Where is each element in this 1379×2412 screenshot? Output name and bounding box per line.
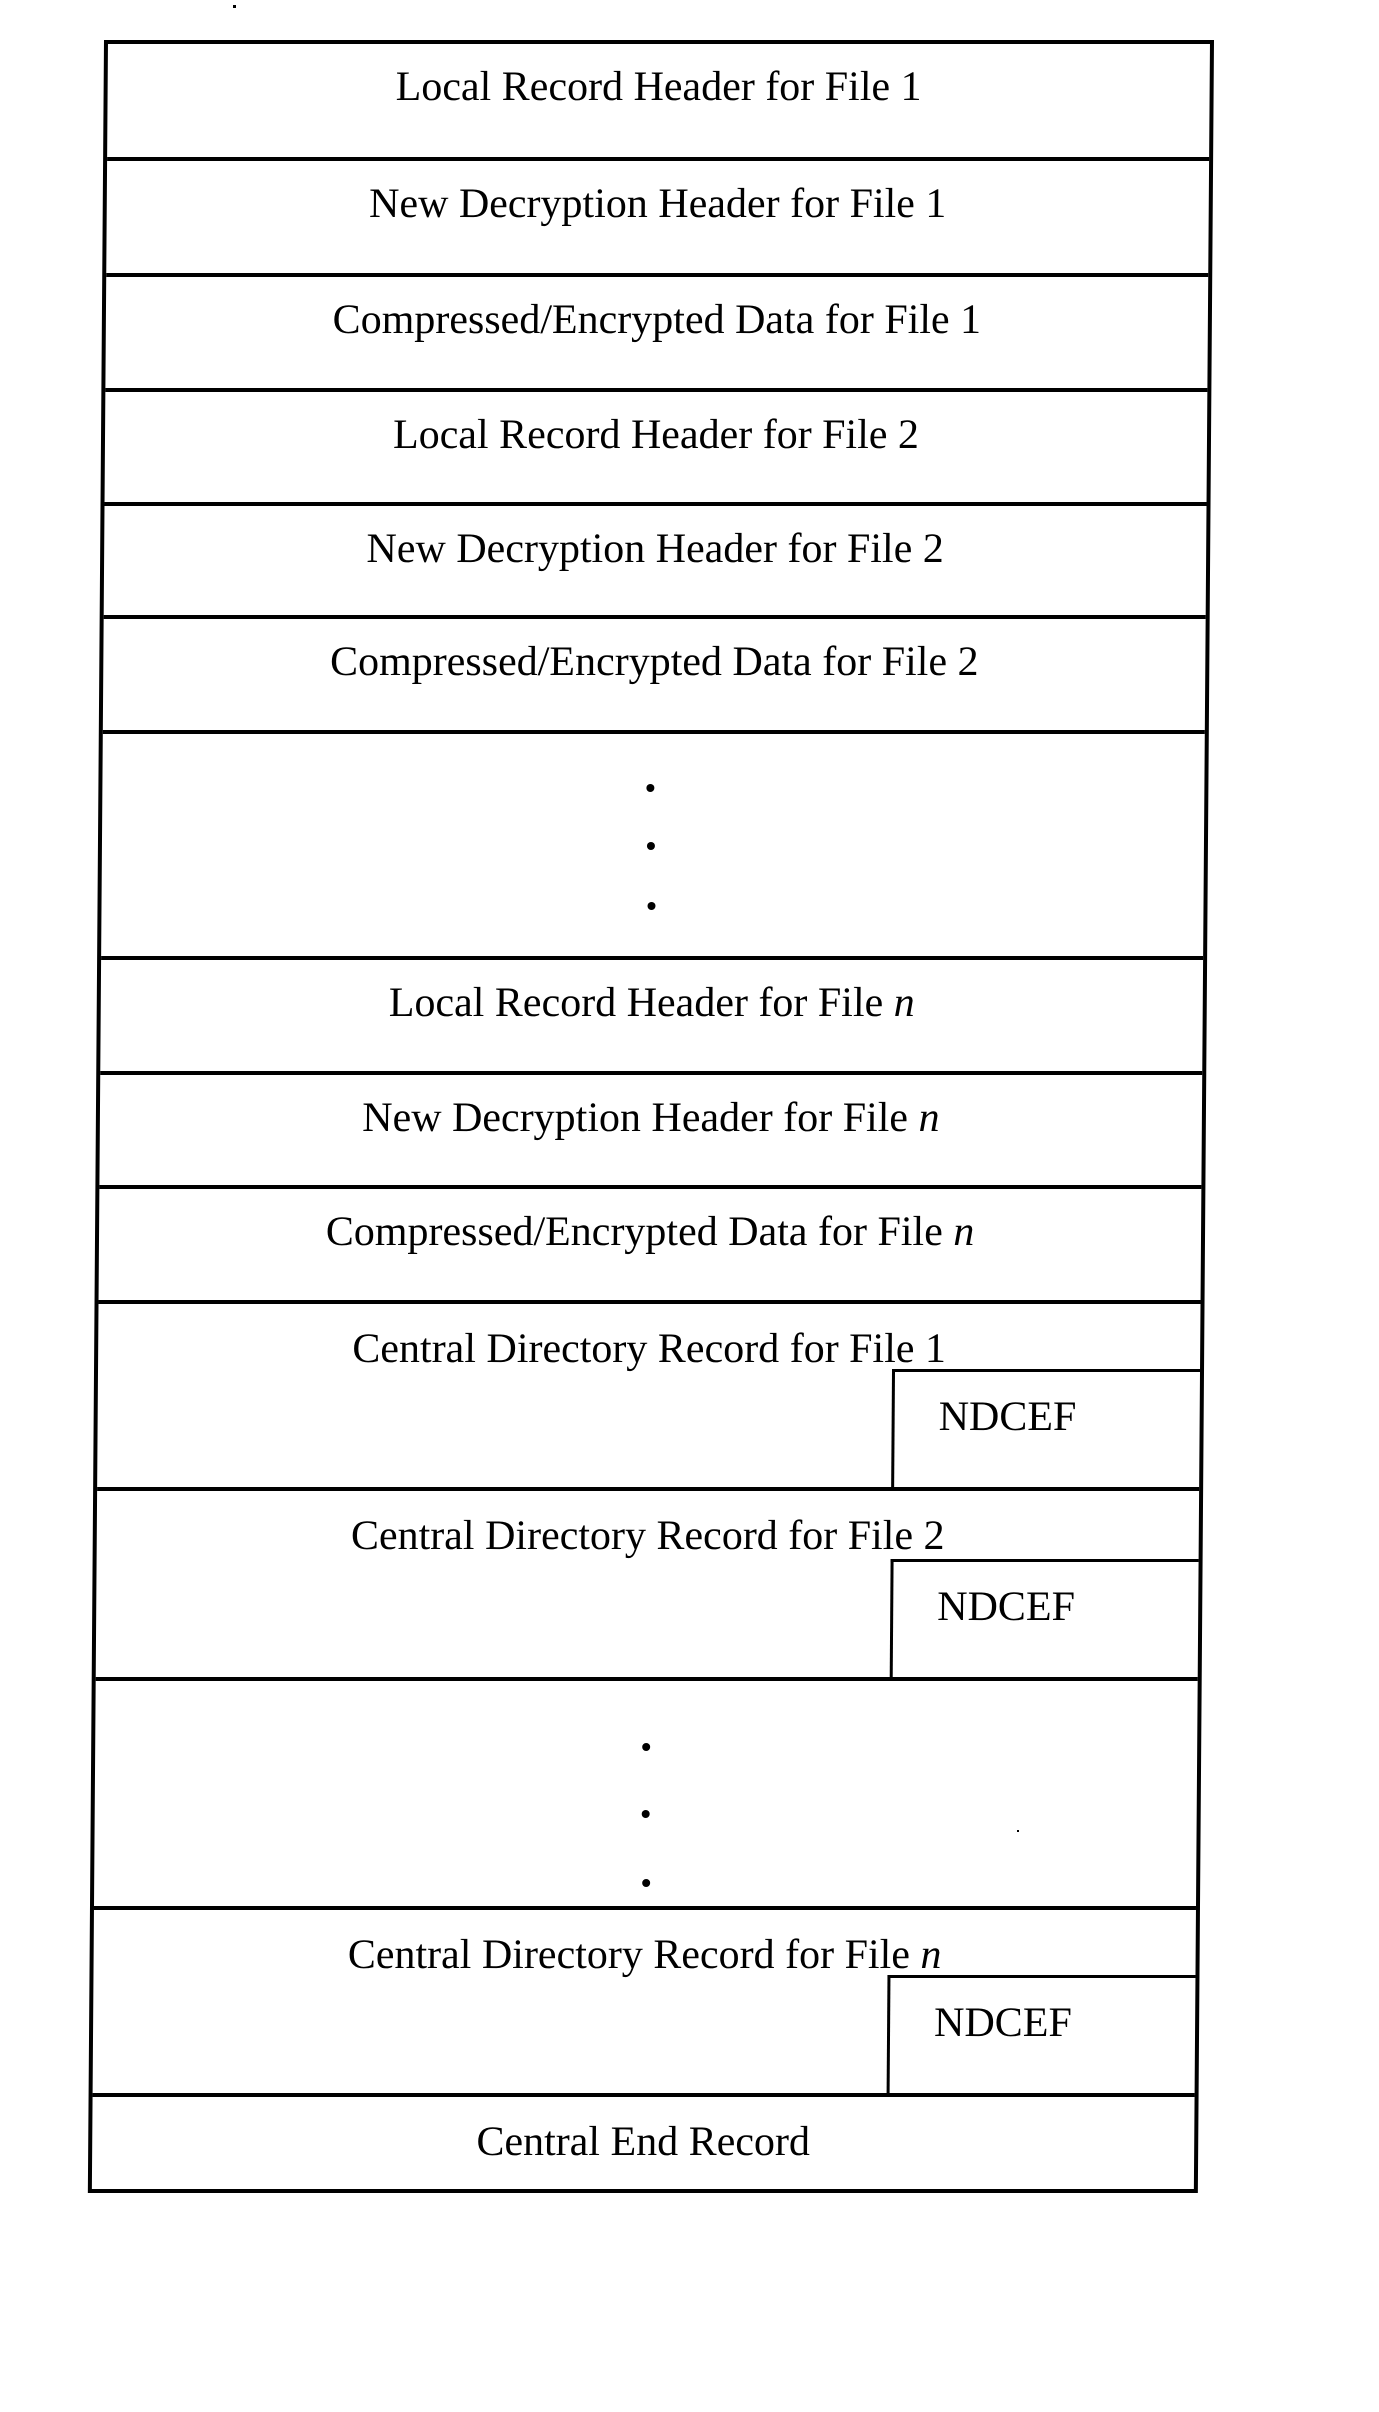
- file-format-diagram: Local Record Header for File 1 New Decry…: [87, 40, 1215, 2193]
- ndcef-field: NDCEF: [886, 1975, 1196, 2093]
- ndcef-field: NDCEF: [891, 1369, 1201, 1487]
- block-label: Compressed/Encrypted Data for File 2: [329, 639, 979, 685]
- block-local-record-header-file-n: Local Record Header for File n: [100, 960, 1204, 1075]
- block-label: New Decryption Header for File n: [362, 1095, 940, 1141]
- block-label: Local Record Header for File 2: [392, 412, 920, 458]
- block-ellipsis-local: [101, 734, 1205, 960]
- ndcef-field: NDCEF: [889, 1559, 1199, 1677]
- ellipsis-dot: [641, 1810, 650, 1818]
- ellipsis-dot: [642, 1743, 651, 1751]
- block-label: Local Record Header for File 1: [395, 64, 922, 110]
- block-central-directory-record-file-1: Central Directory Record for File 1 NDCE…: [97, 1304, 1201, 1491]
- block-central-directory-record-file-2: Central Directory Record for File 2 NDCE…: [95, 1491, 1200, 1681]
- block-label: Compressed/Encrypted Data for File n: [325, 1209, 975, 1255]
- block-label: Compressed/Encrypted Data for File 1: [332, 297, 982, 343]
- block-compressed-encrypted-data-file-1: Compressed/Encrypted Data for File 1: [105, 277, 1209, 392]
- block-new-decryption-header-file-1: New Decryption Header for File 1: [106, 161, 1210, 277]
- block-new-decryption-header-file-n: New Decryption Header for File n: [99, 1075, 1203, 1189]
- block-new-decryption-header-file-2: New Decryption Header for File 2: [103, 506, 1207, 619]
- block-label: Central End Record: [476, 2119, 811, 2165]
- block-compressed-encrypted-data-file-2: Compressed/Encrypted Data for File 2: [102, 619, 1206, 734]
- block-central-directory-record-file-n: Central Directory Record for File n NDCE…: [92, 1910, 1196, 2097]
- ellipsis-dot: [642, 1879, 651, 1887]
- ellipsis-dot: [647, 902, 656, 910]
- block-label: New Decryption Header for File 2: [366, 526, 944, 572]
- block-label: Central Directory Record for File n: [347, 1932, 942, 1978]
- block-label: New Decryption Header for File 1: [368, 181, 947, 227]
- scan-speck: [233, 5, 236, 8]
- block-local-record-header-file-2: Local Record Header for File 2: [104, 392, 1208, 506]
- block-compressed-encrypted-data-file-n: Compressed/Encrypted Data for File n: [98, 1189, 1202, 1304]
- ellipsis-dot: [646, 842, 655, 850]
- block-label: Local Record Header for File n: [388, 980, 915, 1026]
- block-central-end-record: Central End Record: [92, 2097, 1195, 2193]
- ellipsis-dot: [646, 784, 655, 792]
- block-label: Central Directory Record for File 1: [352, 1326, 947, 1372]
- block-ellipsis-central: [93, 1681, 1198, 1910]
- block-local-record-header-file-1: Local Record Header for File 1: [107, 44, 1210, 161]
- block-label: Central Directory Record for File 2: [350, 1513, 945, 1559]
